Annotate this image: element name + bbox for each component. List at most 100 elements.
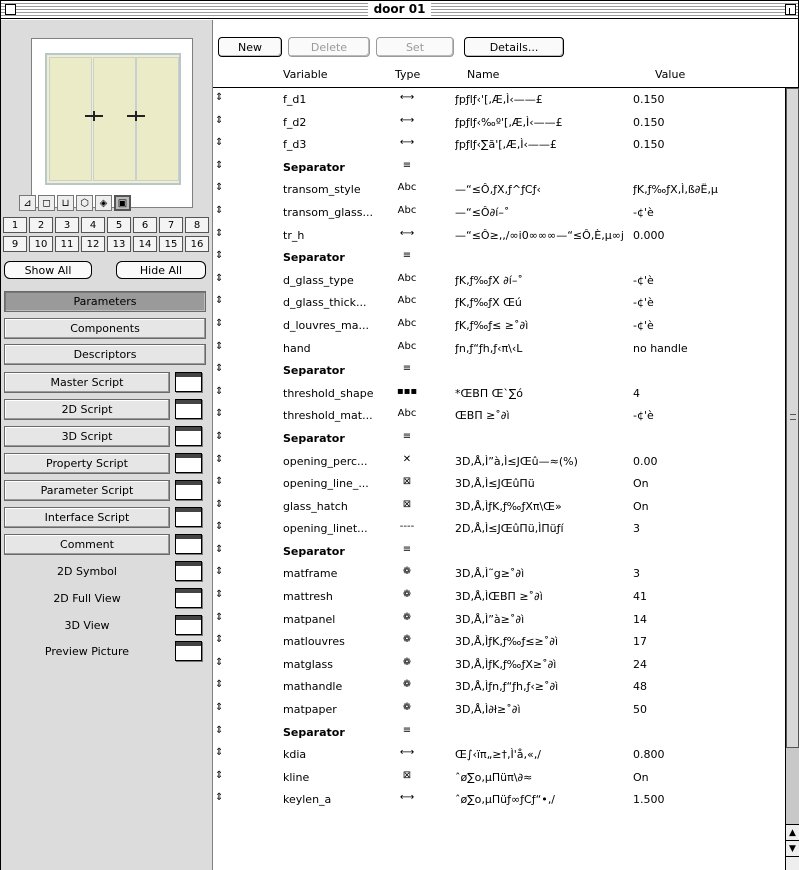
number-button-16[interactable]: 16 bbox=[185, 236, 209, 252]
value-cell[interactable]: -¢'è bbox=[633, 319, 781, 332]
table-row[interactable]: ⇕ d_glass_type Abc ƒK‚ƒ‰ƒX ∂í–˚ -¢'è bbox=[213, 269, 785, 292]
number-button-4[interactable]: 4 bbox=[81, 217, 105, 233]
3d-view-icon[interactable]: ⬡ bbox=[76, 195, 93, 211]
type-icon[interactable]: ❁ bbox=[387, 566, 427, 577]
plan-icon[interactable]: ⊿ bbox=[19, 195, 36, 211]
number-button-14[interactable]: 14 bbox=[133, 236, 157, 252]
type-icon[interactable]: ❁ bbox=[387, 702, 427, 713]
name-cell[interactable]: 3D‚Å‚Ì≤JŒûΠü bbox=[455, 477, 631, 490]
value-cell[interactable]: 0.150 bbox=[633, 138, 781, 151]
value-cell[interactable]: 3 bbox=[633, 522, 781, 535]
window-icon[interactable] bbox=[175, 615, 202, 635]
value-cell[interactable]: -¢'è bbox=[633, 409, 781, 422]
nav-comment[interactable]: Comment bbox=[4, 534, 170, 555]
type-icon[interactable]: Abc bbox=[387, 182, 427, 193]
variable-cell[interactable]: f_d1 bbox=[283, 93, 391, 106]
type-icon[interactable]: ⊠ bbox=[387, 770, 427, 781]
hidden-view-icon[interactable]: ◈ bbox=[95, 195, 112, 211]
drag-handle-icon[interactable]: ⇕ bbox=[215, 431, 223, 443]
type-icon[interactable]: ⟷ bbox=[387, 115, 427, 126]
nav-property-script[interactable]: Property Script bbox=[4, 453, 170, 474]
variable-cell[interactable]: tr_h bbox=[283, 229, 391, 242]
drag-handle-icon[interactable]: ⇕ bbox=[215, 792, 223, 804]
name-cell[interactable]: ƒK‚ƒ‰ƒX ∂í–˚ bbox=[455, 274, 631, 287]
drag-handle-icon[interactable]: ⇕ bbox=[215, 228, 223, 240]
drag-handle-icon[interactable]: ⇕ bbox=[215, 521, 223, 533]
type-icon[interactable]: ⊠ bbox=[387, 499, 427, 510]
scrollbar-thumb[interactable] bbox=[786, 88, 799, 748]
zoom-box-icon[interactable] bbox=[785, 4, 796, 15]
value-cell[interactable]: 0.000 bbox=[633, 229, 781, 242]
nav-3d-script[interactable]: 3D Script bbox=[4, 426, 170, 447]
variable-cell[interactable]: keylen_a bbox=[283, 793, 391, 806]
table-row[interactable]: ⇕ mattresh ❁ 3D‚Å‚ÌŒBΠ ≥˚∂ì 41 bbox=[213, 585, 785, 608]
variable-cell[interactable]: threshold_mat... bbox=[283, 409, 391, 422]
variable-cell[interactable]: opening_line_... bbox=[283, 477, 391, 490]
value-cell[interactable]: 3 bbox=[633, 567, 781, 580]
type-icon[interactable]: ❁ bbox=[387, 589, 427, 600]
window-icon[interactable] bbox=[175, 534, 202, 554]
name-cell[interactable]: —“≤Ô≥‚‚/∞i0∞∞∞—“≤Ô‚È‚µ∞j bbox=[455, 229, 631, 242]
variable-cell[interactable]: kdia bbox=[283, 748, 391, 761]
window-icon[interactable] bbox=[175, 561, 202, 581]
name-cell[interactable]: 3D‚Å‚ÌƒK‚ƒ‰ƒ≤≥˚∂ì bbox=[455, 635, 631, 648]
type-icon[interactable]: ≡ bbox=[387, 363, 427, 374]
type-icon[interactable]: ---- bbox=[387, 521, 427, 532]
variable-cell[interactable]: d_louvres_ma... bbox=[283, 319, 391, 332]
drag-handle-icon[interactable]: ⇕ bbox=[215, 612, 223, 624]
number-button-6[interactable]: 6 bbox=[133, 217, 157, 233]
variable-cell[interactable]: transom_glass... bbox=[283, 206, 391, 219]
drag-handle-icon[interactable]: ⇕ bbox=[215, 454, 223, 466]
variable-cell[interactable]: Separator bbox=[283, 364, 391, 377]
value-cell[interactable]: 14 bbox=[633, 613, 781, 626]
table-row[interactable]: ⇕ hand Abc ƒn‚ƒ“ƒh‚ƒ‹π\‹L no handle bbox=[213, 337, 785, 360]
details-button[interactable]: Details... bbox=[464, 37, 564, 57]
drag-handle-icon[interactable]: ⇕ bbox=[215, 115, 223, 127]
nav-interface-script[interactable]: Interface Script bbox=[4, 507, 170, 528]
variable-cell[interactable]: f_d2 bbox=[283, 116, 391, 129]
drag-handle-icon[interactable]: ⇕ bbox=[215, 657, 223, 669]
value-cell[interactable]: -¢'è bbox=[633, 296, 781, 309]
value-cell[interactable]: 0.00 bbox=[633, 455, 781, 468]
name-cell[interactable]: ƒpƒlƒ‹∑ã'[‚Æ‚Ì‹——£ bbox=[455, 138, 631, 151]
variable-cell[interactable]: mathandle bbox=[283, 680, 391, 693]
drag-handle-icon[interactable]: ⇕ bbox=[215, 273, 223, 285]
window-icon[interactable] bbox=[175, 399, 202, 419]
window-icon[interactable] bbox=[175, 453, 202, 473]
type-icon[interactable]: ≡ bbox=[387, 431, 427, 442]
variable-cell[interactable]: matframe bbox=[283, 567, 391, 580]
variable-cell[interactable]: opening_linet... bbox=[283, 522, 391, 535]
table-row[interactable]: ⇕ tr_h ⟷ —“≤Ô≥‚‚/∞i0∞∞∞—“≤Ô‚È‚µ∞j 0.000 bbox=[213, 224, 785, 247]
separator-row[interactable]: ⇕ Separator ≡ bbox=[213, 359, 785, 382]
name-cell[interactable]: 3D‚Å‚Ì∂ł≥˚∂ì bbox=[455, 703, 631, 716]
type-icon[interactable]: Abc bbox=[387, 318, 427, 329]
vertical-scrollbar[interactable]: ▲ ▼ bbox=[785, 87, 799, 870]
nav-components[interactable]: Components bbox=[4, 318, 206, 339]
drag-handle-icon[interactable]: ⇕ bbox=[215, 544, 223, 556]
number-button-3[interactable]: 3 bbox=[55, 217, 79, 233]
type-icon[interactable]: ⟷ bbox=[387, 792, 427, 803]
type-icon[interactable]: Abc bbox=[387, 273, 427, 284]
drag-handle-icon[interactable]: ⇕ bbox=[215, 318, 223, 330]
type-icon[interactable]: ⟷ bbox=[387, 747, 427, 758]
type-icon[interactable]: ≡ bbox=[387, 160, 427, 171]
value-cell[interactable]: 1.500 bbox=[633, 793, 781, 806]
nav-parameter-script[interactable]: Parameter Script bbox=[4, 480, 170, 501]
window-icon[interactable] bbox=[175, 480, 202, 500]
nav-master-script[interactable]: Master Script bbox=[4, 372, 170, 393]
nav-2d-script[interactable]: 2D Script bbox=[4, 399, 170, 420]
drag-handle-icon[interactable]: ⇕ bbox=[215, 363, 223, 375]
value-cell[interactable]: ƒK‚ƒ‰ƒX‚Ì‚ß∂Ë‚µ bbox=[633, 183, 781, 196]
type-icon[interactable]: ≡ bbox=[387, 250, 427, 261]
drag-handle-icon[interactable]: ⇕ bbox=[215, 386, 223, 398]
drag-handle-icon[interactable]: ⇕ bbox=[215, 499, 223, 511]
window-icon[interactable] bbox=[175, 372, 202, 392]
window-icon[interactable] bbox=[175, 588, 202, 608]
table-row[interactable]: ⇕ matlouvres ❁ 3D‚Å‚ÌƒK‚ƒ‰ƒ≤≥˚∂ì 17 bbox=[213, 630, 785, 653]
side-view-icon[interactable]: ◻ bbox=[38, 195, 55, 211]
value-cell[interactable]: no handle bbox=[633, 342, 781, 355]
drag-handle-icon[interactable]: ⇕ bbox=[215, 182, 223, 194]
name-cell[interactable]: Œ∫‹ïπ„≥†‚Ì'å‚«‚/ bbox=[455, 748, 631, 761]
number-button-10[interactable]: 10 bbox=[29, 236, 53, 252]
table-row[interactable]: ⇕ keylen_a ⟷ ˆø∑o‚µΠüƒ∞ƒCƒ“•‚/1.500 bbox=[213, 788, 785, 811]
